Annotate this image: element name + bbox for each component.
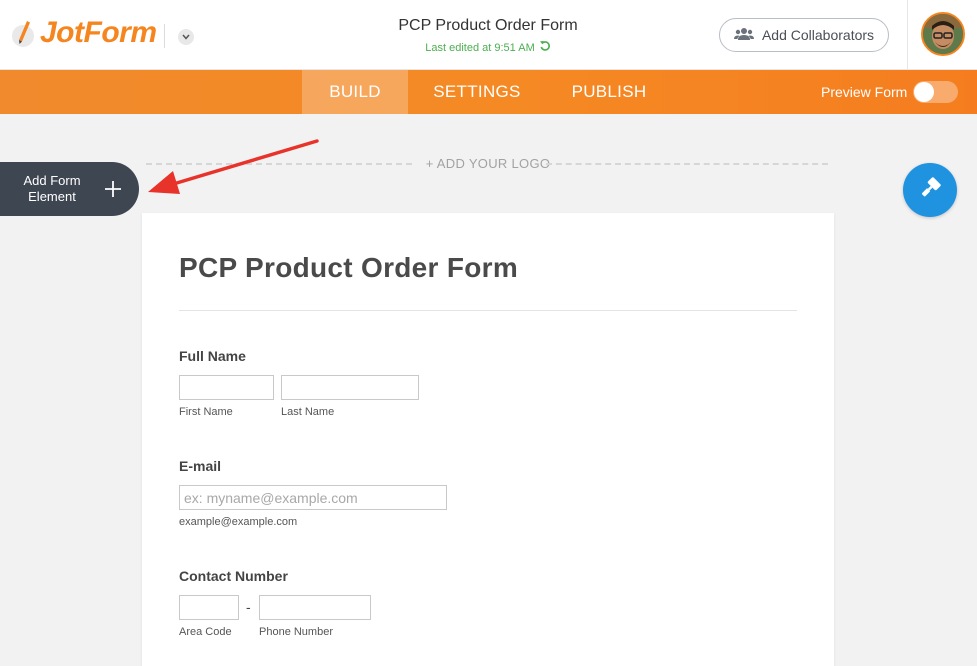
- tab-build[interactable]: BUILD: [302, 70, 408, 114]
- phone-separator: -: [246, 599, 251, 615]
- tab-settings[interactable]: SETTINGS: [418, 70, 536, 114]
- add-collaborators-label: Add Collaborators: [761, 27, 875, 43]
- tab-publish[interactable]: PUBLISH: [556, 70, 662, 114]
- builder-navbar: BUILD SETTINGS PUBLISH Preview Form: [0, 70, 977, 114]
- phone-number-sublabel: Phone Number: [259, 626, 333, 638]
- annotation-arrow-icon: [148, 139, 319, 194]
- preview-form-label: Preview Form: [821, 84, 908, 100]
- users-icon: [733, 27, 754, 44]
- form-card: PCP Product Order Form Full Name First N…: [142, 213, 834, 666]
- revert-icon[interactable]: [539, 40, 551, 55]
- chevron-down-icon[interactable]: [178, 29, 194, 45]
- avatar-divider: [907, 0, 908, 70]
- area-code-sublabel: Area Code: [179, 626, 232, 638]
- email-sublabel: example@example.com: [179, 516, 298, 528]
- paint-roller-icon: [918, 176, 942, 205]
- add-logo-link[interactable]: + ADD YOUR LOGO: [418, 156, 558, 171]
- form-title-block: PCP Product Order Form Last edited at 9:…: [388, 17, 588, 55]
- email-label[interactable]: E-mail: [179, 458, 221, 474]
- add-collaborators-button[interactable]: Add Collaborators: [719, 18, 889, 52]
- last-edited-status: Last edited at 9:51 AM: [388, 40, 588, 55]
- last-name-input[interactable]: [281, 375, 419, 400]
- contact-number-label[interactable]: Contact Number: [179, 568, 288, 584]
- last-edited-text: Last edited at 9:51 AM: [425, 41, 535, 54]
- pencil-logo-icon: [10, 16, 36, 50]
- jotform-logo[interactable]: JotForm: [10, 16, 157, 50]
- email-input[interactable]: [179, 485, 447, 510]
- form-heading[interactable]: PCP Product Order Form: [179, 252, 518, 284]
- top-header: JotForm PCP Product Order Form Last edit…: [0, 0, 977, 70]
- area-code-input[interactable]: [179, 595, 239, 620]
- phone-number-input[interactable]: [259, 595, 371, 620]
- last-name-sublabel: Last Name: [281, 406, 335, 418]
- add-form-element-label-line1: Add Form: [23, 173, 81, 188]
- first-name-sublabel: First Name: [179, 406, 233, 418]
- add-form-element-button[interactable]: Add Form Element: [0, 162, 139, 216]
- first-name-input[interactable]: [179, 375, 274, 400]
- form-designer-button[interactable]: [903, 163, 957, 217]
- toggle-knob: [914, 82, 934, 102]
- logo-dashed-line-right: [546, 163, 828, 165]
- header-divider: [164, 24, 165, 48]
- user-avatar[interactable]: [921, 12, 965, 56]
- header-form-title[interactable]: PCP Product Order Form: [388, 17, 588, 35]
- preview-form-toggle[interactable]: [913, 81, 958, 103]
- brand-name: JotForm: [40, 16, 157, 49]
- plus-icon: [104, 175, 122, 203]
- full-name-label[interactable]: Full Name: [179, 348, 246, 364]
- heading-divider: [179, 310, 797, 311]
- add-form-element-label-line2: Element: [28, 189, 76, 204]
- add-form-element-label: Add Form Element: [0, 173, 104, 205]
